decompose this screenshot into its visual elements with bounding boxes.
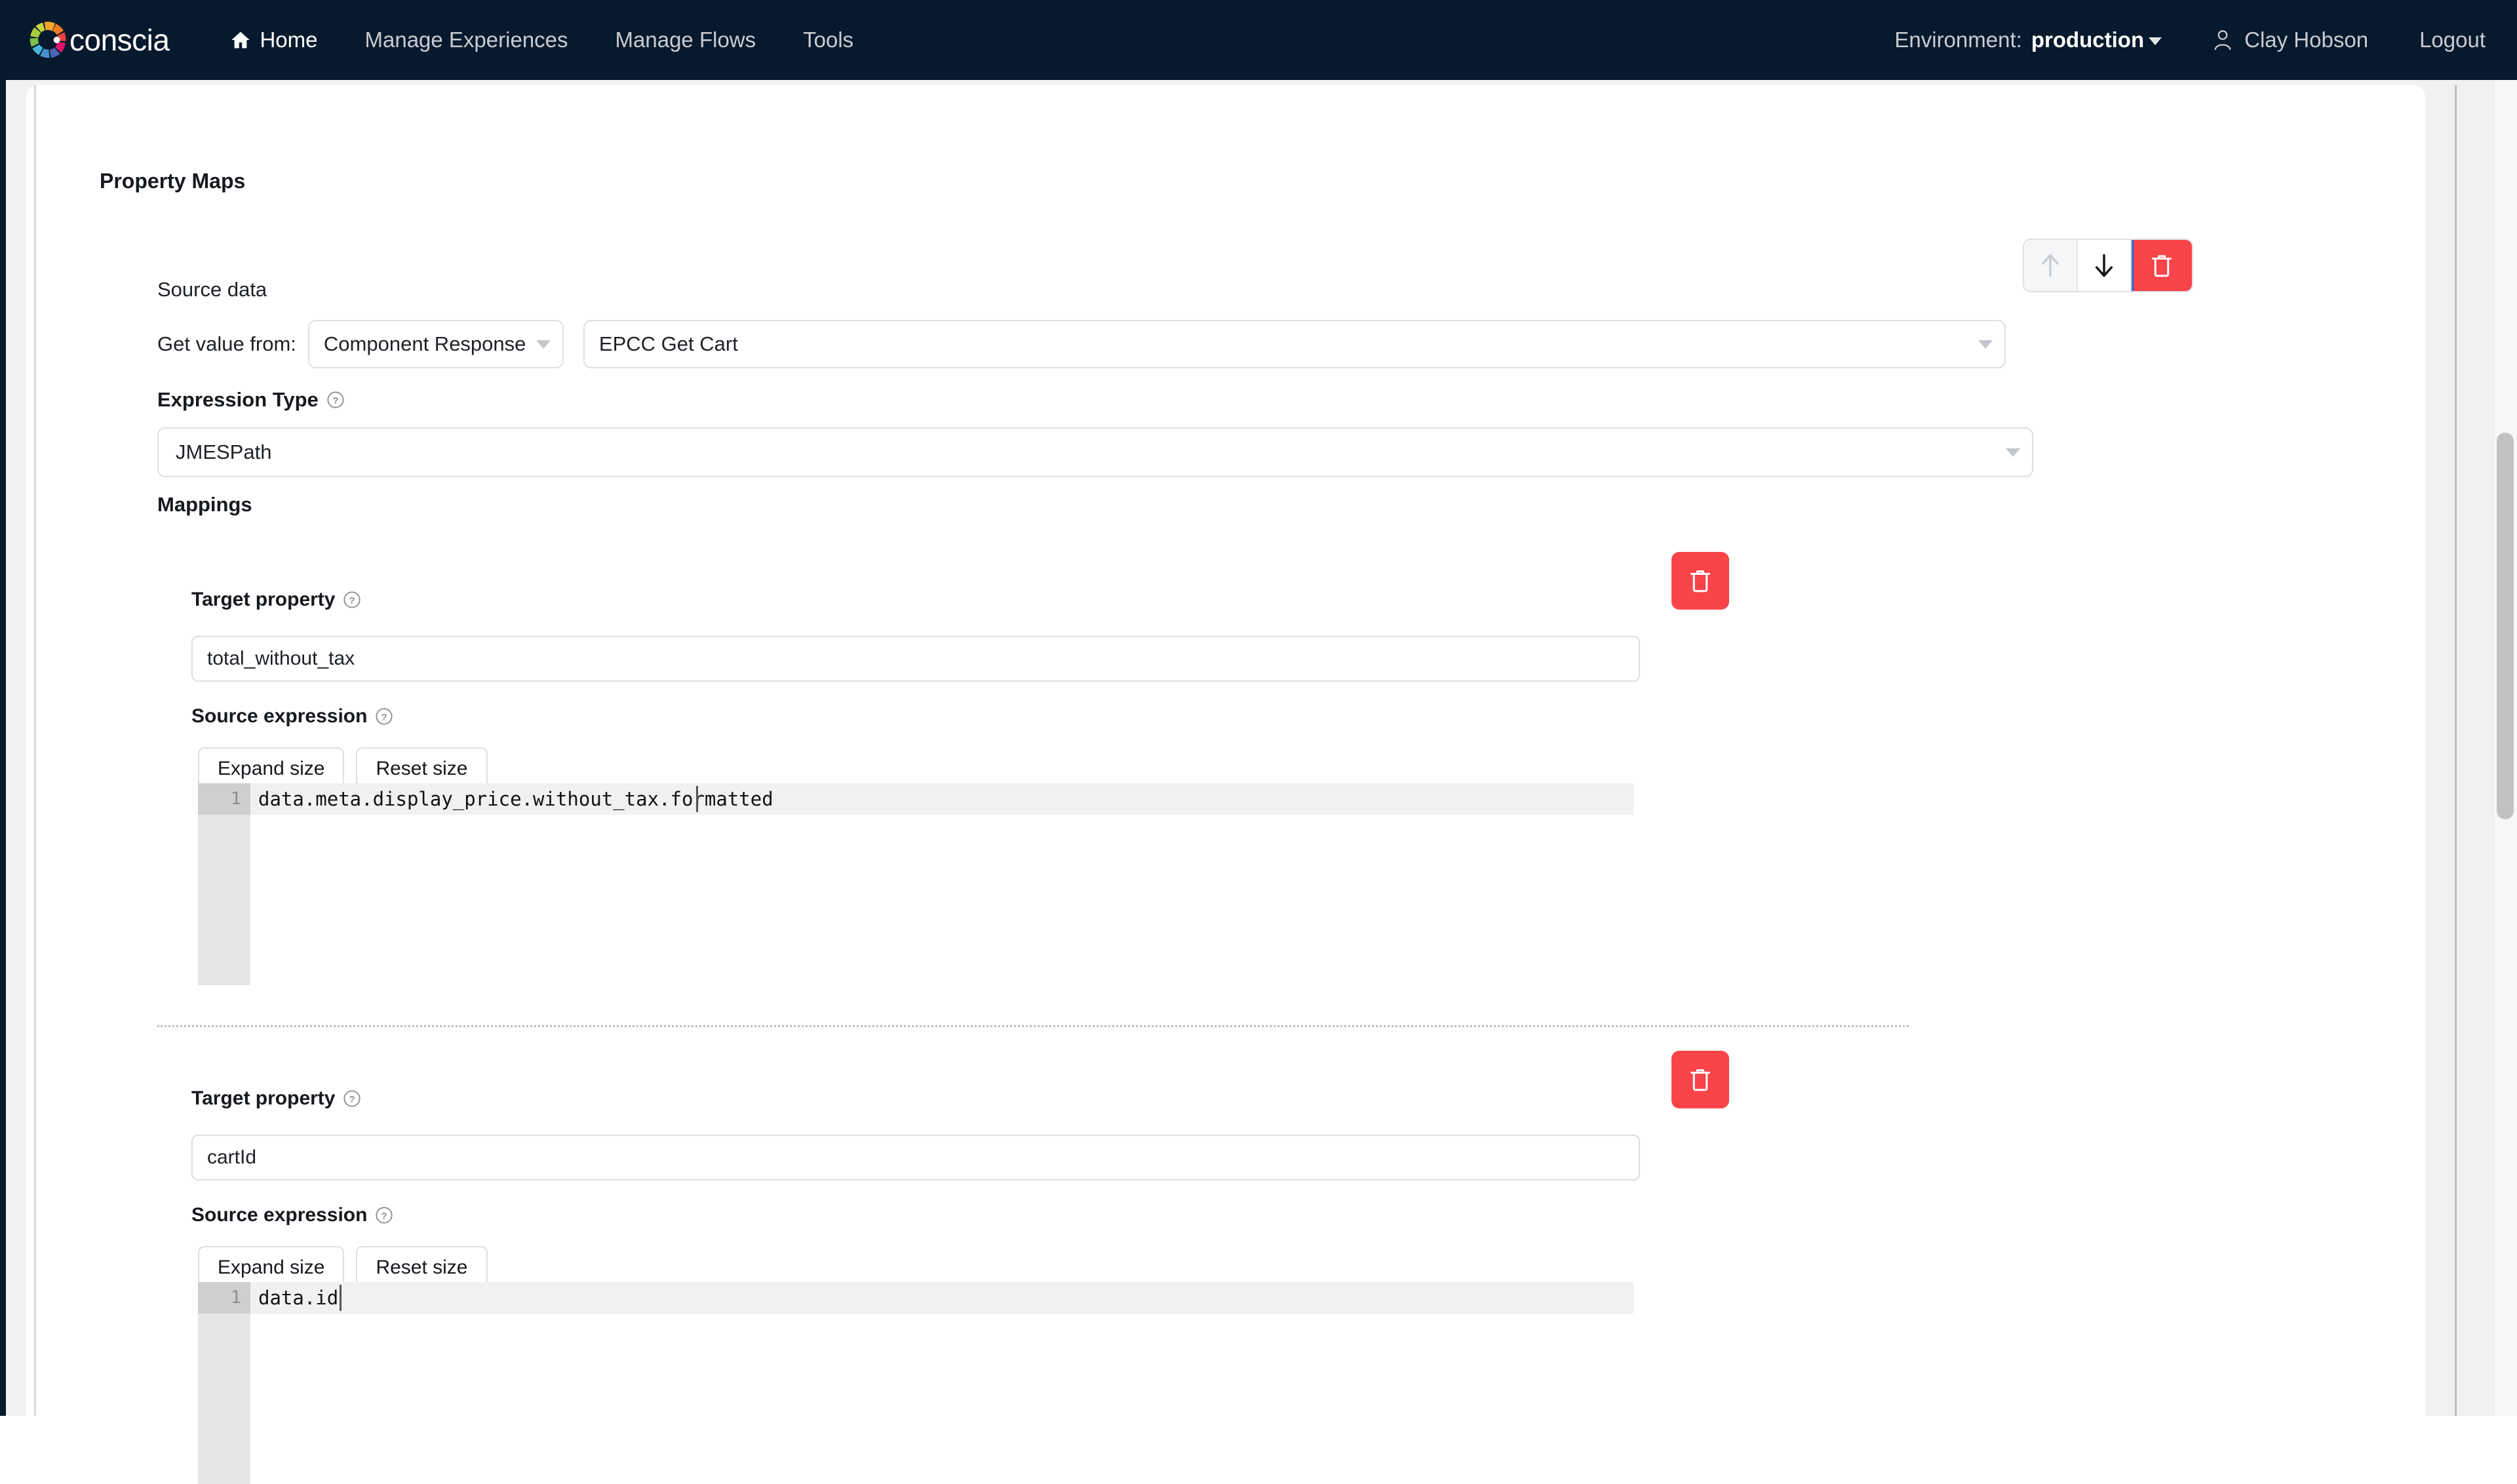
svg-text:?: ?	[349, 595, 355, 606]
nav-link-manage-experiences-label: Manage Experiences	[364, 28, 568, 52]
svg-text:?: ?	[381, 712, 387, 723]
help-icon[interactable]: ?	[375, 1206, 393, 1224]
source-expression-label: Source expression ?	[191, 705, 393, 728]
source-data-label: Source data	[157, 278, 267, 301]
editor-line-number: 1	[230, 789, 241, 809]
source-expression-editor[interactable]: 1 data.id	[198, 1282, 1633, 1484]
nav-link-home-label: Home	[260, 28, 318, 52]
editor-text-caret	[340, 1285, 341, 1311]
target-property-label-text: Target property	[191, 589, 336, 610]
source-component-value: EPCC Get Cart	[598, 332, 738, 355]
card-left-divider	[34, 85, 36, 1416]
source-expression-label: Source expression ?	[191, 1204, 393, 1226]
editor-line-number: 1	[230, 1287, 241, 1308]
source-kind-select[interactable]: Component Response	[307, 320, 564, 368]
nav-link-manage-experiences[interactable]: Manage Experiences	[341, 0, 592, 80]
mapping-divider	[157, 1025, 1909, 1027]
svg-text:?: ?	[349, 1094, 355, 1105]
environment-selector[interactable]: Environment: production	[1894, 28, 2162, 52]
delete-mapping-button[interactable]	[1671, 1051, 1729, 1108]
card-right-divider	[2455, 85, 2457, 1416]
nav-link-tools-label: Tools	[803, 28, 854, 52]
left-edge-strip	[0, 80, 6, 1416]
brand-wordmark: conscia	[69, 23, 170, 57]
arrow-up-icon	[2042, 254, 2059, 277]
user-menu[interactable]: Clay Hobson	[2213, 28, 2368, 52]
user-name: Clay Hobson	[2244, 28, 2369, 52]
source-component-select[interactable]: EPCC Get Cart	[583, 320, 2006, 368]
help-icon[interactable]: ?	[326, 391, 345, 409]
mappings-label: Mappings	[157, 493, 252, 516]
source-expression-label-text: Source expression	[191, 705, 368, 727]
page-title: Property Maps	[100, 169, 246, 193]
target-property-input[interactable]	[191, 636, 1640, 682]
nav-link-tools[interactable]: Tools	[779, 0, 877, 80]
mapping-toolbar	[2024, 240, 2192, 291]
editor-active-line-highlight	[250, 1282, 1633, 1314]
move-down-button[interactable]	[2078, 240, 2132, 291]
environment-value: production	[2031, 28, 2145, 52]
arrow-down-icon	[2095, 254, 2113, 277]
target-property-label: Target property ?	[191, 1087, 361, 1110]
target-property-label: Target property ?	[191, 589, 361, 611]
home-icon	[231, 31, 250, 49]
nav-link-manage-flows[interactable]: Manage Flows	[592, 0, 780, 80]
move-up-button[interactable]	[2024, 240, 2078, 291]
help-icon[interactable]: ?	[375, 707, 393, 726]
expression-type-label: Expression Type ?	[157, 388, 345, 412]
chevron-down-icon	[2006, 448, 2020, 457]
nav-link-home[interactable]: Home	[207, 0, 341, 80]
top-navbar: conscia Home Manage Experiences Manage F…	[0, 0, 2517, 80]
target-property-label-text: Target property	[191, 1087, 336, 1109]
expression-type-select[interactable]: JMESPath	[157, 427, 2033, 477]
editor-text-caret	[696, 786, 698, 812]
chevron-down-icon	[1978, 340, 1993, 349]
trash-icon	[1690, 570, 1710, 593]
target-property-input[interactable]	[191, 1135, 1640, 1181]
navbar-right: Environment: production Clay Hobson Logo…	[1894, 0, 2517, 80]
trash-icon	[2152, 255, 2172, 277]
chevron-down-icon	[2149, 37, 2162, 45]
delete-mapping-button[interactable]	[1671, 552, 1729, 610]
trash-icon	[1690, 1069, 1710, 1091]
editor-code-line: data.id	[258, 1287, 339, 1309]
help-icon[interactable]: ?	[343, 591, 361, 609]
user-icon	[2214, 30, 2231, 50]
source-kind-value: Component Response	[323, 332, 526, 355]
source-expression-label-text: Source expression	[191, 1204, 368, 1226]
expression-type-label-text: Expression Type	[157, 388, 319, 411]
delete-property-map-button[interactable]	[2132, 240, 2192, 291]
expression-type-value: JMESPath	[176, 440, 272, 463]
help-icon[interactable]: ?	[343, 1089, 361, 1108]
get-value-from-label: Get value from:	[157, 332, 296, 355]
page-scrollbar-thumb[interactable]	[2497, 433, 2514, 819]
nav-links: Home Manage Experiences Manage Flows Too…	[207, 0, 877, 80]
svg-text:?: ?	[381, 1211, 387, 1222]
chevron-down-icon	[536, 340, 551, 349]
logout-button[interactable]: Logout	[2419, 28, 2486, 52]
nav-link-manage-flows-label: Manage Flows	[615, 28, 756, 52]
svg-text:?: ?	[332, 395, 338, 406]
get-value-from-row: Get value from: Component Response EPCC …	[157, 320, 2006, 368]
environment-label: Environment:	[1894, 28, 2022, 52]
conscia-ring-icon	[29, 22, 66, 58]
source-expression-editor[interactable]: 1 data.meta.display_price.without_tax.fo…	[198, 783, 1633, 985]
brand-logo[interactable]: conscia	[28, 0, 170, 80]
